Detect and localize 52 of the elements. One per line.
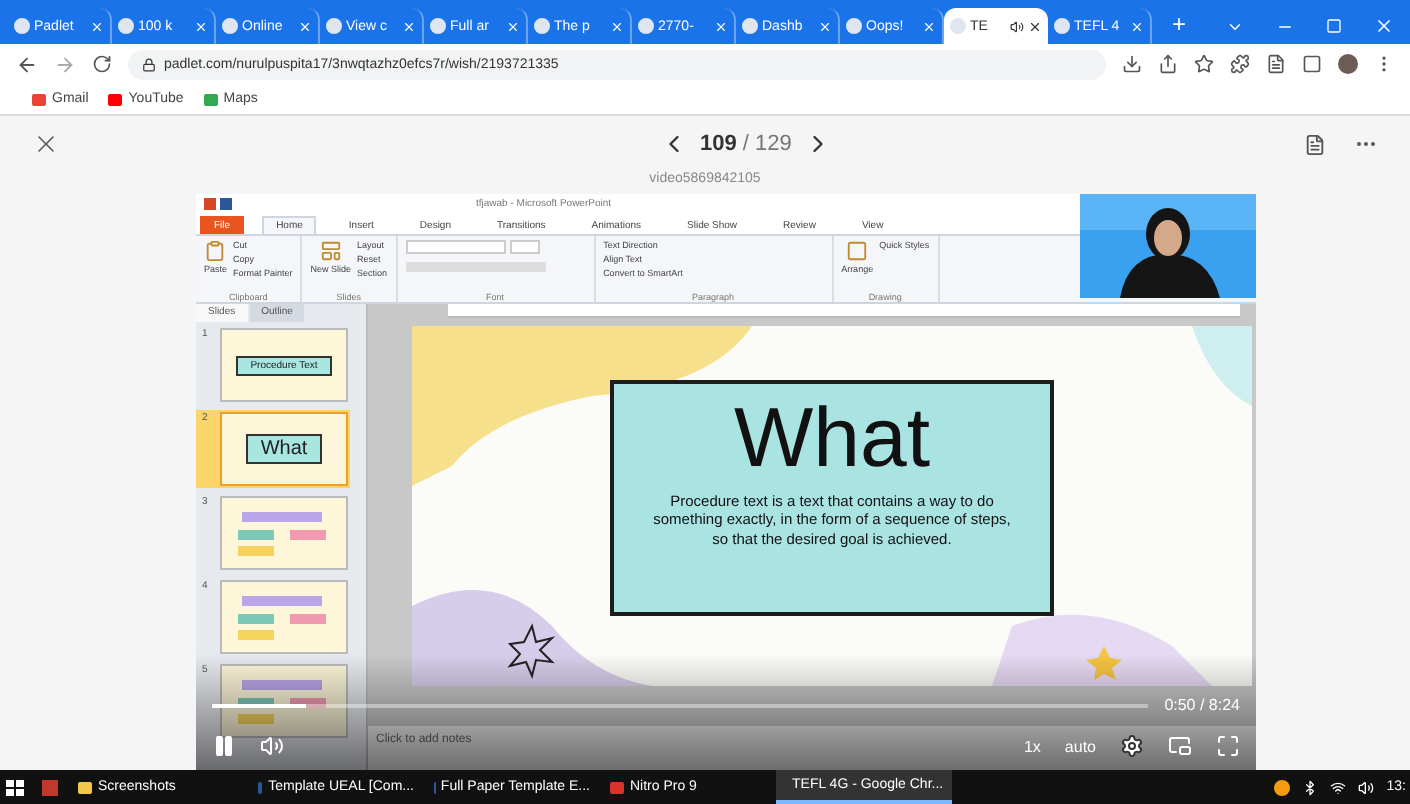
install-icon[interactable] [1122, 54, 1142, 74]
video-player[interactable] [196, 194, 1256, 770]
star-icon [1086, 646, 1122, 680]
favicon-icon [222, 18, 238, 34]
slide-thumbnail[interactable]: What [220, 412, 348, 486]
close-icon[interactable] [1028, 19, 1042, 33]
slide-thumbnail[interactable] [220, 664, 348, 738]
wifi-icon[interactable] [1330, 779, 1347, 795]
favicon-icon [950, 18, 966, 34]
page-counter: 109 / 129 [700, 132, 792, 156]
puzzle-icon[interactable] [1230, 54, 1250, 74]
square-icon [846, 240, 869, 262]
clipboard-icon [204, 240, 227, 262]
favicon-icon [430, 18, 446, 34]
volume-icon[interactable] [260, 734, 284, 758]
favicon-icon [742, 18, 758, 34]
picture-in-picture-icon[interactable] [1168, 734, 1192, 758]
star-icon[interactable] [1194, 54, 1214, 74]
favicon-icon [326, 18, 342, 34]
share-icon[interactable] [1158, 54, 1178, 74]
slide-thumbnail[interactable] [220, 496, 348, 570]
thumbnail-title: What [246, 434, 322, 464]
star-icon [507, 623, 556, 680]
pause-icon[interactable] [212, 734, 236, 758]
speaker-icon[interactable] [1358, 779, 1375, 795]
bluetooth-icon[interactable] [1302, 779, 1319, 795]
slide-thumbnail[interactable] [220, 580, 348, 654]
maximize-icon[interactable] [1326, 18, 1342, 34]
tray-icon [1274, 779, 1291, 795]
document-icon[interactable] [1304, 133, 1326, 155]
blob-drawing [1192, 326, 1252, 406]
favicon-icon [534, 18, 550, 34]
layout-icon [319, 240, 342, 262]
fullscreen-icon[interactable] [1216, 734, 1240, 758]
time-display: 0:50 / 8:24 [1164, 696, 1240, 714]
favicon-icon [118, 18, 134, 34]
back-icon[interactable] [16, 53, 38, 75]
lock-icon [142, 57, 156, 71]
favicon-icon [638, 18, 654, 34]
save-icon [204, 198, 232, 210]
settings-icon[interactable] [1120, 734, 1144, 758]
favicon-icon [846, 18, 862, 34]
sidebar-icon[interactable] [1302, 54, 1322, 74]
close-icon[interactable] [32, 130, 60, 158]
slide-heading: What [733, 396, 931, 480]
favicon-icon [14, 18, 30, 34]
favicon-icon [1054, 18, 1070, 34]
avatar-icon[interactable] [1338, 54, 1358, 74]
new-tab-button[interactable]: + [1152, 10, 1207, 44]
reload-icon[interactable] [92, 54, 112, 74]
speed-button[interactable]: 1x [1023, 737, 1041, 755]
quality-button[interactable]: auto [1064, 737, 1096, 755]
